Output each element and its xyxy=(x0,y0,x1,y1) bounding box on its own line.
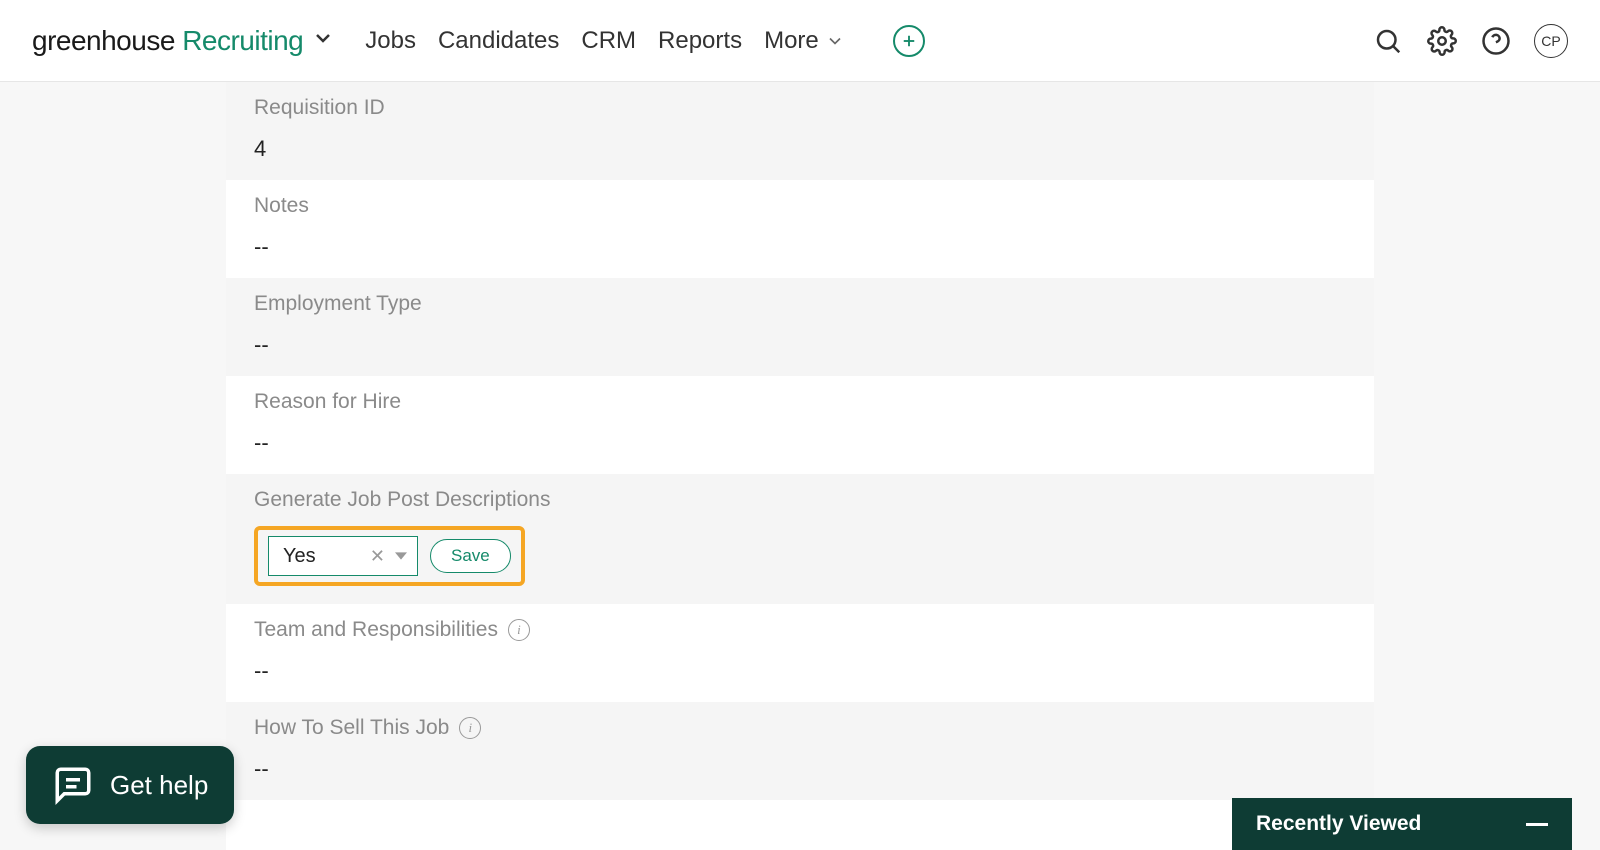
field-team-and-responsibilities: Team and Responsibilities i -- xyxy=(226,604,1374,702)
field-value[interactable]: -- xyxy=(254,430,1346,456)
app-header: greenhouse Recruiting Jobs Candidates CR… xyxy=(0,0,1600,82)
avatar-initials: CP xyxy=(1541,33,1560,49)
field-label: Reason for Hire xyxy=(254,390,1346,414)
search-icon xyxy=(1373,26,1403,56)
info-icon[interactable]: i xyxy=(508,619,530,641)
help-button[interactable] xyxy=(1480,25,1512,57)
field-label: Team and Responsibilities i xyxy=(254,618,1346,642)
field-label: How To Sell This Job i xyxy=(254,716,1346,740)
field-label: Requisition ID xyxy=(254,96,1346,120)
chevron-down-icon xyxy=(825,31,845,51)
recently-viewed-label: Recently Viewed xyxy=(1256,812,1526,836)
logo-primary: greenhouse xyxy=(32,25,175,56)
header-right: CP xyxy=(1372,24,1568,58)
field-label: Employment Type xyxy=(254,292,1346,316)
nav-more[interactable]: More xyxy=(764,27,845,55)
caret-down-icon[interactable] xyxy=(395,545,407,568)
highlight-box: Yes ✕ Save xyxy=(254,526,525,586)
plus-icon xyxy=(900,32,918,50)
main-nav: Jobs Candidates CRM Reports More xyxy=(365,27,845,55)
logo-text: greenhouse Recruiting xyxy=(32,25,303,57)
search-button[interactable] xyxy=(1372,25,1404,57)
chevron-down-icon[interactable] xyxy=(311,26,335,55)
field-value[interactable]: -- xyxy=(254,658,1346,684)
get-help-label: Get help xyxy=(110,770,208,801)
page-body: Requisition ID 4 Notes -- Employment Typ… xyxy=(0,82,1600,850)
minimize-icon[interactable] xyxy=(1526,823,1548,826)
field-requisition-id: Requisition ID 4 xyxy=(226,82,1374,180)
nav-jobs[interactable]: Jobs xyxy=(365,27,416,55)
select-value: Yes xyxy=(283,545,360,568)
gear-icon xyxy=(1427,26,1457,56)
field-generate-job-post-descriptions: Generate Job Post Descriptions Yes ✕ Sav… xyxy=(226,474,1374,604)
job-details-card: Requisition ID 4 Notes -- Employment Typ… xyxy=(226,82,1374,850)
logo-secondary: Recruiting xyxy=(182,25,303,56)
field-value[interactable]: -- xyxy=(254,234,1346,260)
chat-icon xyxy=(52,764,94,806)
field-reason-for-hire: Reason for Hire -- xyxy=(226,376,1374,474)
field-label: Notes xyxy=(254,194,1346,218)
field-value[interactable]: 4 xyxy=(254,136,1346,162)
field-employment-type: Employment Type -- xyxy=(226,278,1374,376)
avatar[interactable]: CP xyxy=(1534,24,1568,58)
save-button[interactable]: Save xyxy=(430,539,511,573)
field-value[interactable]: -- xyxy=(254,756,1346,782)
field-label: Generate Job Post Descriptions xyxy=(254,488,1346,512)
close-icon[interactable]: ✕ xyxy=(370,546,385,567)
info-icon[interactable]: i xyxy=(459,717,481,739)
nav-crm[interactable]: CRM xyxy=(581,27,636,55)
settings-button[interactable] xyxy=(1426,25,1458,57)
nav-more-label: More xyxy=(764,27,819,55)
recently-viewed-panel[interactable]: Recently Viewed xyxy=(1232,798,1572,850)
get-help-widget[interactable]: Get help xyxy=(26,746,234,824)
field-notes: Notes -- xyxy=(226,180,1374,278)
nav-candidates[interactable]: Candidates xyxy=(438,27,559,55)
generate-select[interactable]: Yes ✕ xyxy=(268,536,418,576)
nav-reports[interactable]: Reports xyxy=(658,27,742,55)
field-how-to-sell-this-job: How To Sell This Job i -- xyxy=(226,702,1374,800)
field-label-text: Team and Responsibilities xyxy=(254,618,498,642)
field-value[interactable]: -- xyxy=(254,332,1346,358)
field-label-text: How To Sell This Job xyxy=(254,716,449,740)
logo-area[interactable]: greenhouse Recruiting xyxy=(32,25,335,57)
help-icon xyxy=(1481,26,1511,56)
add-button[interactable] xyxy=(893,25,925,57)
